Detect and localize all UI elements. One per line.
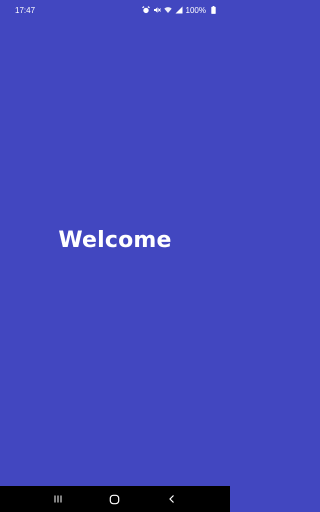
splash-screen: 17:47 100% Welcome <box>0 0 230 512</box>
status-bar: 17:47 100% <box>0 0 230 20</box>
battery-percentage: 100% <box>185 5 206 15</box>
home-button[interactable] <box>100 486 130 512</box>
back-button[interactable] <box>157 486 187 512</box>
recent-apps-button[interactable] <box>43 486 73 512</box>
back-icon <box>167 494 177 504</box>
mute-icon <box>153 6 161 14</box>
status-icons: 100% <box>141 5 217 15</box>
alarm-icon <box>141 6 150 14</box>
battery-icon <box>209 6 217 14</box>
signal-icon <box>175 6 183 14</box>
status-time: 17:47 <box>15 5 36 15</box>
navigation-bar <box>0 486 230 512</box>
recent-apps-icon <box>53 494 63 504</box>
welcome-title: Welcome <box>58 228 172 253</box>
wifi-icon <box>163 6 172 14</box>
home-icon <box>109 494 120 505</box>
